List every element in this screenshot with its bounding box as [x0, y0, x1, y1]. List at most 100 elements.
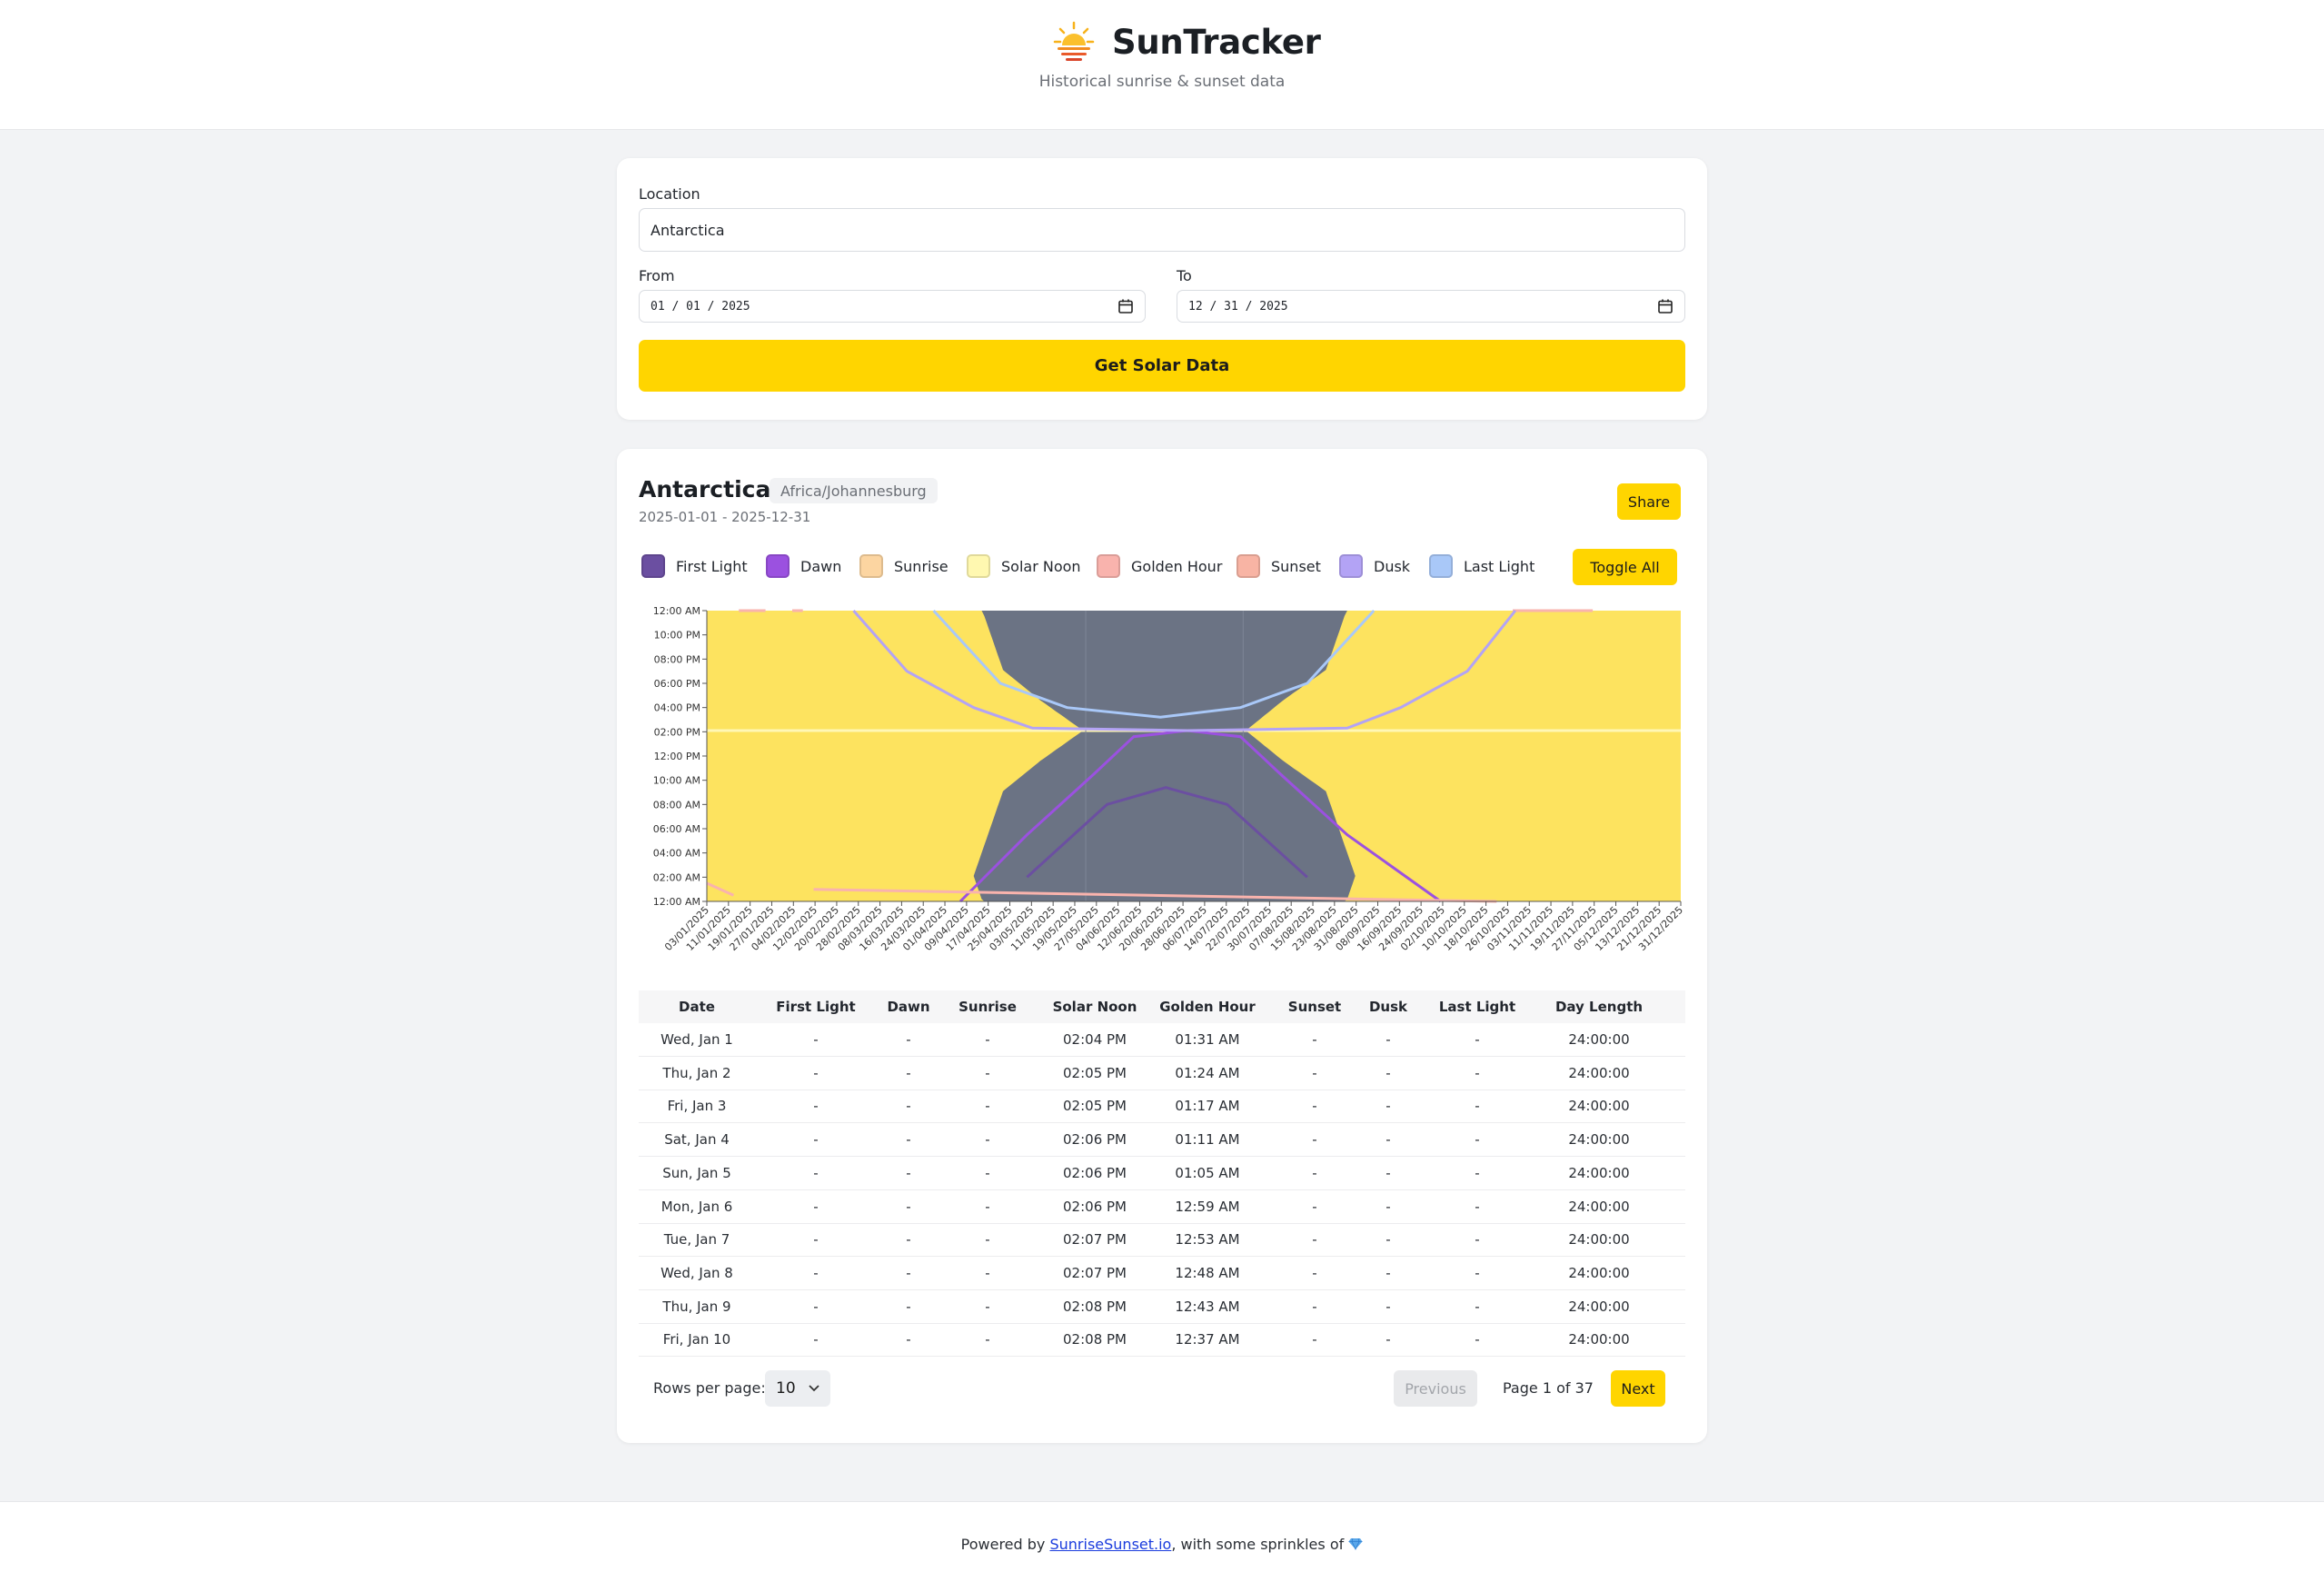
footer-text: Powered by SunriseSunset.io, with some s… [0, 1536, 2324, 1553]
table-cell: 24:00:00 [1568, 1098, 1630, 1115]
table-cell: - [906, 1131, 911, 1149]
table-cell: - [985, 1264, 990, 1281]
column-header: Sunrise [958, 999, 1017, 1015]
from-date-input[interactable]: 01 / 01 / 2025 [639, 290, 1146, 323]
table-cell: 12:59 AM [1175, 1198, 1240, 1215]
chevron-down-icon [809, 1385, 819, 1392]
table-cell: - [1385, 1298, 1391, 1315]
column-header: Golden Hour [1159, 999, 1256, 1015]
table-cell: - [1475, 1331, 1480, 1348]
brand: SunTracker [1052, 20, 1321, 64]
table-cell: Fri, Jan 3 [667, 1098, 727, 1115]
table-cell: - [906, 1098, 911, 1115]
table-cell: - [906, 1064, 911, 1081]
table-cell: 12:37 AM [1175, 1331, 1240, 1348]
from-label: From [639, 267, 675, 284]
y-tick-label: 12:00 AM [653, 605, 700, 617]
table-cell: - [1475, 1164, 1480, 1181]
table-cell: - [813, 1031, 819, 1048]
column-header: Dawn [887, 999, 930, 1015]
table-cell: - [906, 1198, 911, 1215]
table-cell: - [1385, 1198, 1391, 1215]
table-cell: 24:00:00 [1568, 1331, 1630, 1348]
get-solar-data-button[interactable]: Get Solar Data [639, 340, 1685, 392]
calendar-icon[interactable] [1657, 298, 1673, 314]
table-cell: - [1312, 1264, 1317, 1281]
table-cell: - [1312, 1064, 1317, 1081]
table-cell: - [1312, 1098, 1317, 1115]
table-row: Sun, Jan 5 - - - 02:06 PM 01:05 AM - - - 24:00:00 [639, 1157, 1685, 1190]
table-cell: 02:04 PM [1063, 1031, 1127, 1048]
table-cell: - [1475, 1098, 1480, 1115]
table-row: Thu, Jan 2 - - - 02:05 PM 01:24 AM - - - 24:00:00 [639, 1057, 1685, 1090]
to-date-value: 12 / 31 / 2025 [1188, 299, 1288, 313]
table-cell: - [1475, 1264, 1480, 1281]
table-row: Fri, Jan 10 - - - 02:08 PM 12:37 AM - - - 24:00:0… [639, 1323, 1685, 1358]
table-cell: - [906, 1298, 911, 1315]
rows-per-page-select[interactable]: 10 [765, 1370, 830, 1407]
table-cell: 12:53 AM [1175, 1231, 1240, 1249]
y-tick-label: 12:00 AM [653, 896, 700, 908]
sunrisesunset-link[interactable]: SunriseSunset.io [1049, 1536, 1171, 1553]
table-cell: 24:00:00 [1568, 1164, 1630, 1181]
table-row: Tue, Jan 7 - - - 02:07 PM 12:53 AM - - - 24:00:00 [639, 1223, 1685, 1258]
table-cell: - [1385, 1264, 1391, 1281]
y-tick-label: 04:00 PM [654, 702, 700, 714]
table-cell: - [1385, 1331, 1391, 1348]
y-tick-label: 08:00 PM [654, 653, 700, 665]
table-cell: 02:08 PM [1063, 1331, 1127, 1348]
table-cell: Fri, Jan 10 [662, 1331, 731, 1348]
table-cell: - [1312, 1331, 1317, 1348]
table-cell: 24:00:00 [1568, 1198, 1630, 1215]
table-cell: - [985, 1098, 990, 1115]
table-cell: - [813, 1298, 819, 1315]
table-cell: Sat, Jan 4 [664, 1131, 730, 1149]
table-cell: - [1312, 1164, 1317, 1181]
table-row: Thu, Jan 9 - - - 02:08 PM 12:43 AM - - - 24:00:00 [639, 1290, 1685, 1324]
table-cell: - [906, 1331, 911, 1348]
table-cell: - [1475, 1064, 1480, 1081]
table-row: Wed, Jan 1 - - - 02:04 PM 01:31 AM - - - 24:00:00 [639, 1023, 1685, 1057]
column-header: First Light [776, 999, 856, 1015]
to-label: To [1177, 267, 1192, 284]
table-row: Fri, Jan 3 - - - 02:05 PM 01:17 AM - - - 24:00:00 [639, 1090, 1685, 1124]
y-tick-label: 06:00 PM [654, 678, 700, 690]
location-label: Location [639, 185, 700, 203]
table-cell: 02:07 PM [1063, 1231, 1127, 1249]
rows-per-page-label: Rows per page: [653, 1379, 766, 1397]
table-cell: Thu, Jan 2 [662, 1064, 731, 1081]
table-cell: - [985, 1231, 990, 1249]
table-cell: 12:48 AM [1175, 1264, 1240, 1281]
rows-per-page-value: 10 [776, 1379, 796, 1398]
y-tick-label: 04:00 AM [653, 848, 700, 860]
to-date-input[interactable]: 12 / 31 / 2025 [1177, 290, 1685, 323]
table-cell: - [985, 1298, 990, 1315]
table-cell: - [813, 1098, 819, 1115]
table-cell: 01:24 AM [1175, 1064, 1240, 1081]
table-cell: - [813, 1231, 819, 1249]
table-cell: Tue, Jan 7 [663, 1231, 730, 1249]
table-row: Mon, Jan 6 - - - 02:06 PM 12:59 AM - - - 24:00:00 [639, 1190, 1685, 1224]
previous-page-button[interactable]: Previous [1394, 1370, 1477, 1407]
table-cell: - [985, 1164, 990, 1181]
footer-prefix: Powered by [960, 1536, 1050, 1553]
table-row: Wed, Jan 8 - - - 02:07 PM 12:48 AM - - - 24:00:00 [639, 1257, 1685, 1290]
table-cell: - [1312, 1131, 1317, 1149]
table-cell: - [985, 1031, 990, 1048]
location-value: Antarctica [651, 221, 725, 239]
next-page-button[interactable]: Next [1611, 1370, 1665, 1407]
location-input[interactable]: Antarctica [639, 208, 1685, 252]
table-cell: 02:05 PM [1063, 1098, 1127, 1115]
column-header: Solar Noon [1052, 999, 1137, 1015]
table-cell: - [1312, 1198, 1317, 1215]
table-cell: - [813, 1131, 819, 1149]
table-cell: Wed, Jan 1 [660, 1031, 733, 1048]
calendar-icon[interactable] [1117, 298, 1134, 314]
table-cell: 24:00:00 [1568, 1231, 1630, 1249]
y-tick-label: 02:00 PM [654, 726, 700, 738]
table-cell: - [1475, 1031, 1480, 1048]
gem-icon [1348, 1537, 1363, 1550]
y-tick-label: 08:00 AM [653, 799, 700, 811]
app-subtitle: Historical sunrise & sunset data [1038, 73, 1286, 91]
y-tick-label: 06:00 AM [653, 823, 700, 835]
